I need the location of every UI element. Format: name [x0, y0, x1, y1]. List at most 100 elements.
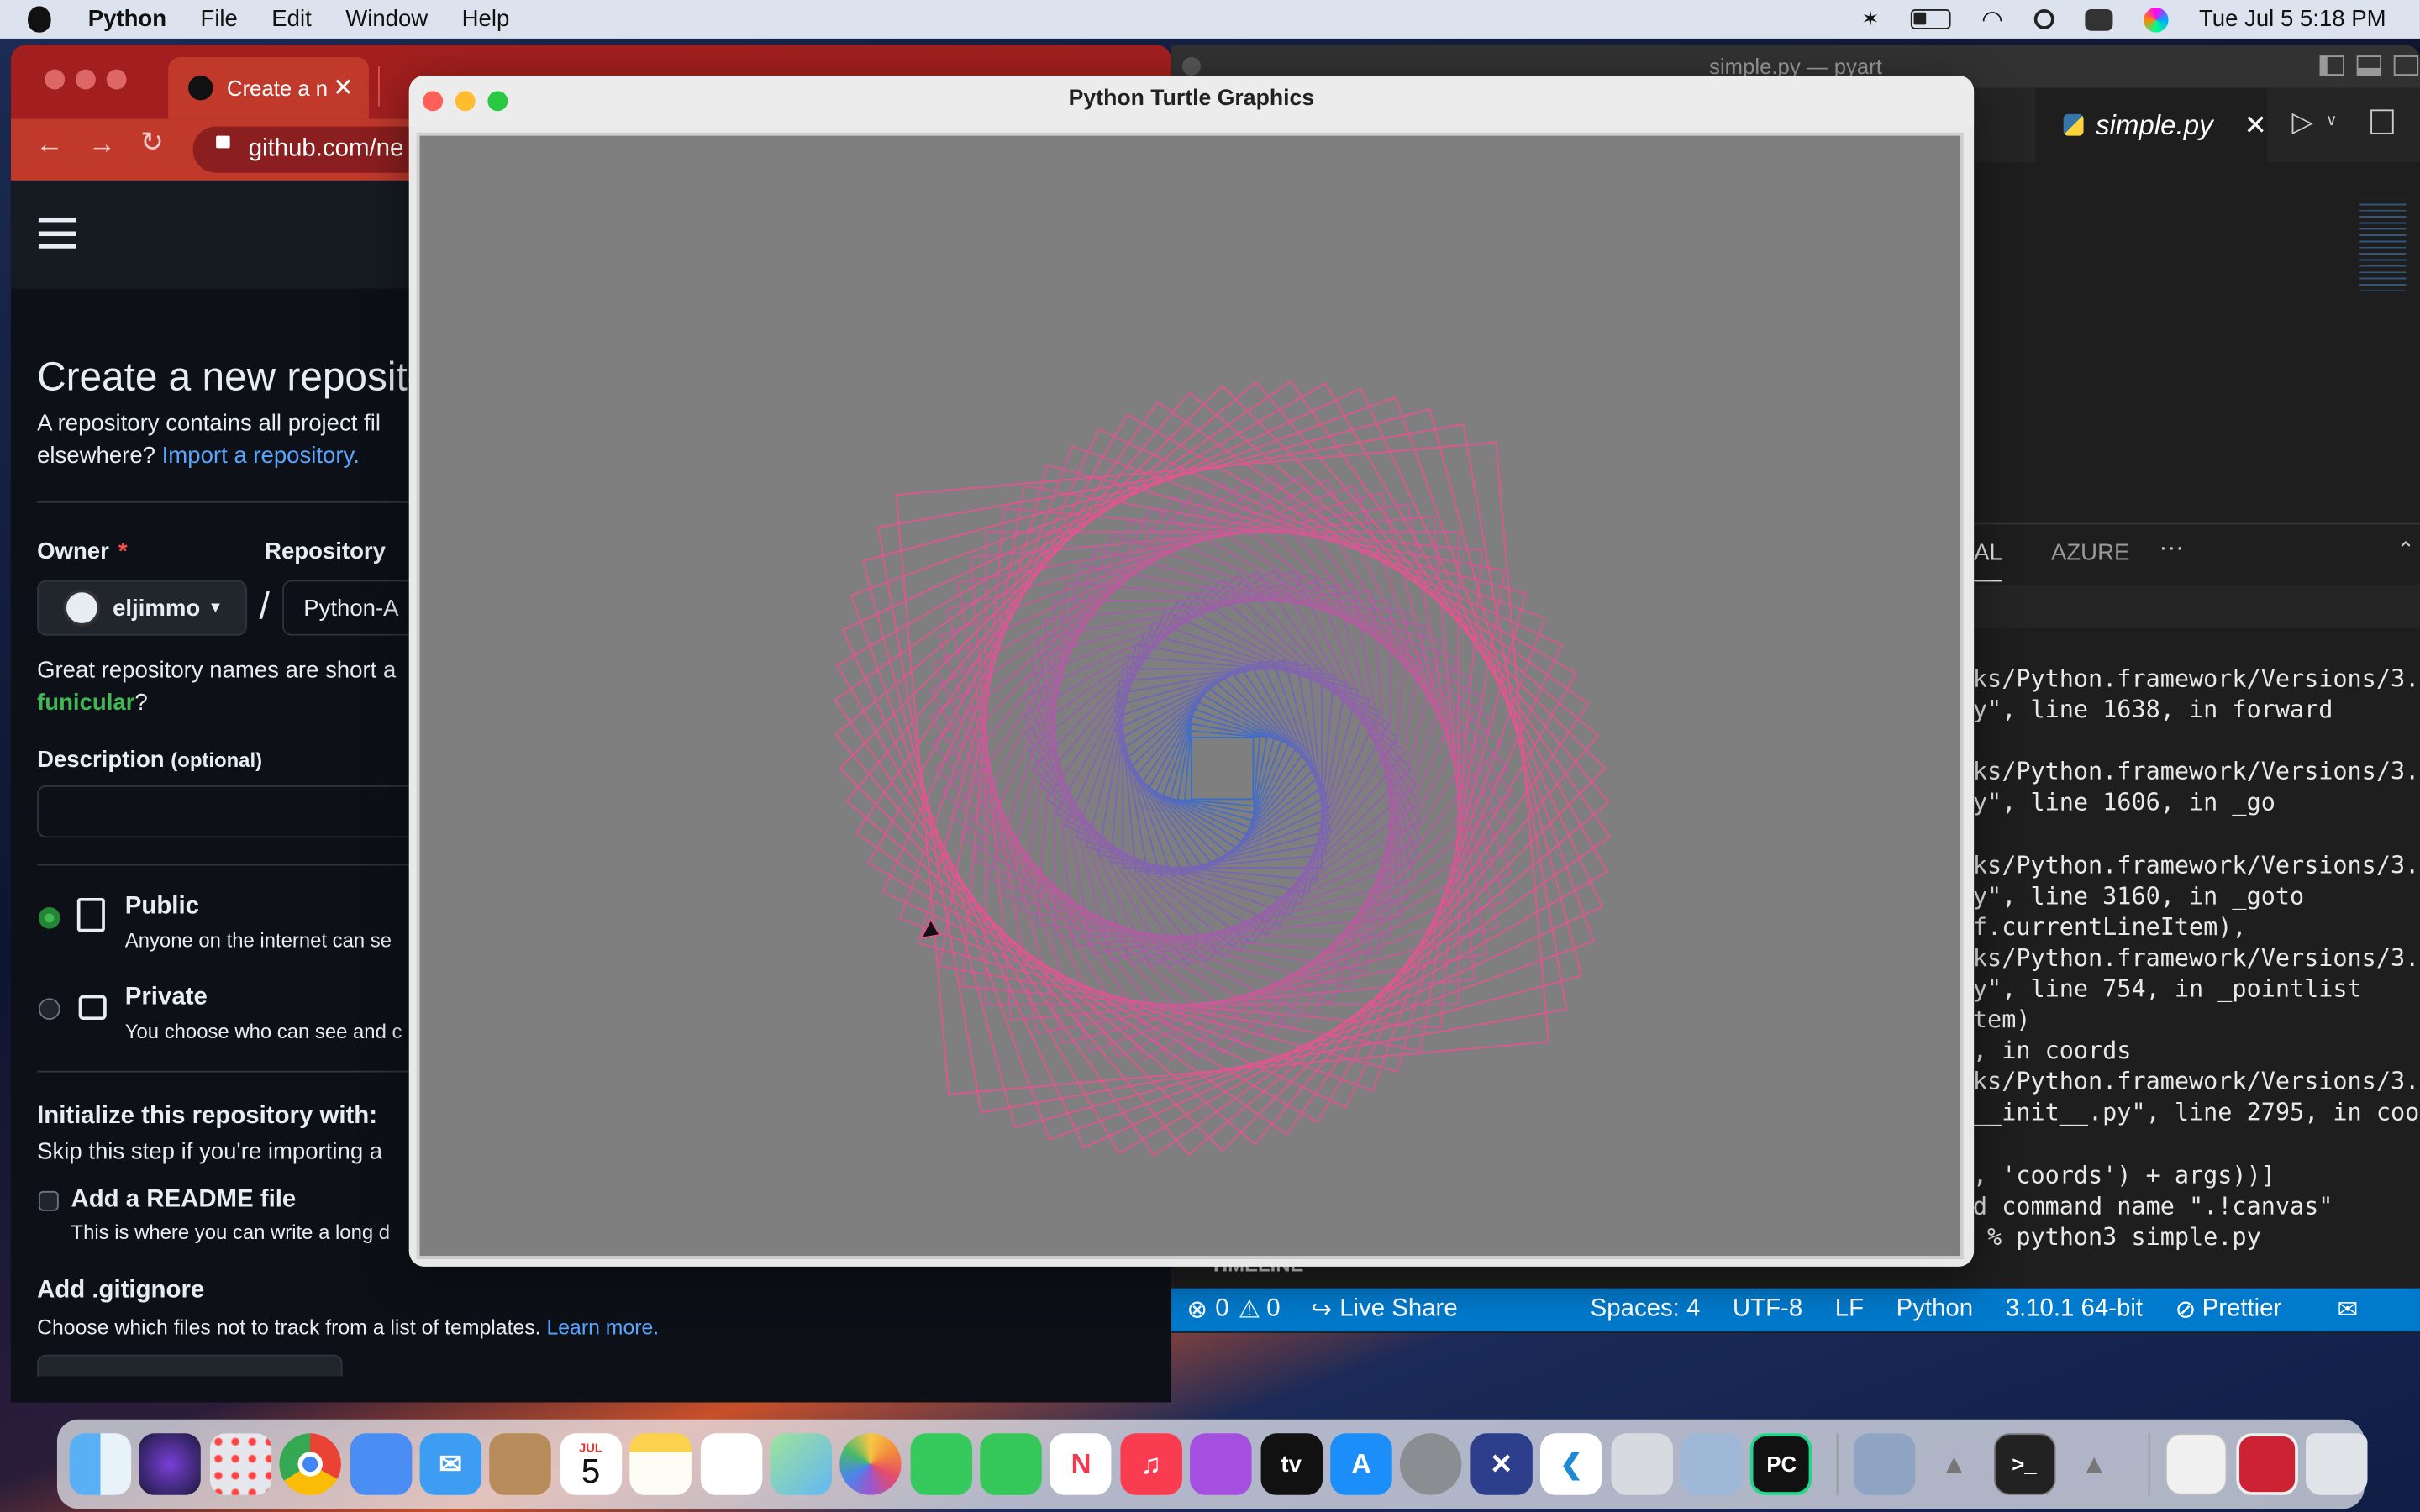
reminders-icon[interactable]	[699, 1433, 762, 1495]
live-share-button[interactable]: Live Share	[1339, 1296, 1458, 1324]
virtualbox-icon[interactable]	[1681, 1433, 1743, 1495]
back-icon[interactable]: ←	[35, 128, 63, 160]
podcasts-icon[interactable]	[1190, 1433, 1253, 1495]
owner-select[interactable]: eljimmo ▼	[37, 580, 247, 636]
finder-icon[interactable]	[69, 1433, 132, 1495]
gitignore-select[interactable]	[37, 1354, 343, 1377]
pycharm-icon[interactable]: PC	[1750, 1433, 1812, 1495]
clock[interactable]: Tue Jul 5 5:18 PM	[2199, 6, 2386, 32]
photos-icon[interactable]	[839, 1433, 902, 1495]
problems-warning-icon[interactable]: ⚠	[1239, 1294, 1260, 1326]
encoding[interactable]: UTF-8	[1733, 1296, 1802, 1324]
turtle-zoom-button[interactable]	[487, 91, 508, 112]
rocket-icon[interactable]: ▲	[1923, 1433, 1985, 1494]
minimap[interactable]	[2360, 198, 2407, 292]
chrome-icon[interactable]	[279, 1433, 342, 1495]
terminal-icon[interactable]: >_	[1993, 1433, 2055, 1495]
control-center-icon[interactable]	[2085, 8, 2113, 30]
contacts-icon[interactable]	[489, 1433, 552, 1495]
notes-icon[interactable]	[629, 1433, 692, 1495]
problems-error-icon[interactable]: ⊗	[1186, 1294, 1207, 1326]
prettier-status[interactable]: Prettier	[2202, 1296, 2282, 1324]
hamburger-menu-icon[interactable]	[38, 217, 76, 249]
feedback-icon[interactable]: ✉	[2337, 1294, 2358, 1326]
browser-tab-active[interactable]: Create a n ✕	[168, 56, 369, 119]
menu-help[interactable]: Help	[462, 6, 510, 32]
live-share-icon[interactable]: ↪	[1311, 1294, 1332, 1326]
apple-tv-icon[interactable]: tv	[1260, 1433, 1323, 1495]
toggle-sidebar-icon[interactable]	[2319, 55, 2344, 76]
image-capture-icon[interactable]	[1853, 1433, 1915, 1495]
run-python-file-icon[interactable]: ▷	[2291, 107, 2312, 139]
app-menu[interactable]: Python	[88, 6, 166, 32]
panel-tab-terminal[interactable]: AL	[1974, 540, 2002, 582]
end-of-line[interactable]: LF	[1835, 1296, 1864, 1324]
music-icon[interactable]: ♫	[1120, 1433, 1182, 1495]
app-store-icon[interactable]: A	[1330, 1433, 1392, 1495]
vscode-close-button[interactable]	[1181, 56, 1201, 76]
news-icon[interactable]: N	[1050, 1433, 1113, 1495]
run-dropdown-icon[interactable]: ∨	[2326, 113, 2337, 129]
documents-stack-icon[interactable]	[2165, 1433, 2228, 1495]
public-label[interactable]: Public	[125, 893, 199, 921]
launchpad-icon[interactable]	[209, 1433, 271, 1495]
close-tab-icon[interactable]: ✕	[2244, 108, 2267, 141]
gallery-stack-icon[interactable]	[2235, 1433, 2298, 1495]
panel-more-icon[interactable]: ···	[2160, 535, 2184, 563]
name-suggestion-link[interactable]: funicular	[37, 690, 134, 716]
reload-icon[interactable]: ↻	[140, 127, 164, 160]
close-window-button[interactable]	[45, 69, 66, 90]
menu-file[interactable]: File	[200, 6, 237, 32]
editor-area[interactable]	[1974, 162, 2344, 548]
apple-menu-icon[interactable]	[28, 6, 51, 33]
readme-checkbox[interactable]	[38, 1190, 59, 1211]
close-tab-icon[interactable]: ✕	[333, 72, 354, 103]
wifi-icon[interactable]: ◠	[1981, 4, 2003, 35]
terminal-output[interactable]: rks/Python.framework/Versions/3. py", lin…	[1959, 664, 2420, 1265]
panel-tab-azure[interactable]: AZURE	[2051, 540, 2129, 566]
readme-label[interactable]: Add a README file	[71, 1186, 296, 1214]
calendar-icon[interactable]: JUL 5	[560, 1433, 622, 1495]
maximize-panel-icon[interactable]: ⌃	[2396, 537, 2415, 563]
siri-icon[interactable]	[139, 1433, 202, 1495]
xcode-tool-icon[interactable]: ✕	[1470, 1433, 1533, 1495]
address-bar[interactable]: github.com/ne	[192, 126, 409, 173]
siri-icon[interactable]	[2143, 7, 2169, 32]
spotlight-search-icon[interactable]	[2033, 9, 2054, 29]
mail-icon[interactable]: ✉	[419, 1433, 481, 1495]
forward-icon[interactable]: →	[88, 128, 116, 160]
private-label[interactable]: Private	[125, 984, 208, 1012]
python-interpreter[interactable]: 3.10.1 64-bit	[2006, 1296, 2143, 1324]
zoom-window-button[interactable]	[106, 69, 127, 90]
indentation[interactable]: Spaces: 4	[1591, 1296, 1701, 1324]
learn-more-link[interactable]: Learn more.	[546, 1316, 659, 1340]
system-preferences-icon[interactable]	[1400, 1433, 1463, 1495]
turtle-close-button[interactable]	[423, 91, 444, 112]
language-mode[interactable]: Python	[1897, 1296, 1973, 1324]
description-input[interactable]	[37, 785, 424, 838]
minimize-window-button[interactable]	[75, 69, 96, 90]
trash-icon[interactable]	[2306, 1433, 2368, 1495]
battery-icon[interactable]	[1910, 9, 1951, 29]
preview-icon[interactable]	[1610, 1433, 1673, 1495]
private-radio[interactable]	[38, 998, 60, 1021]
warning-count[interactable]: 0	[1266, 1296, 1280, 1324]
prettier-check-icon[interactable]: ⊘	[2175, 1294, 2196, 1326]
maps-icon[interactable]	[770, 1433, 832, 1495]
error-count[interactable]: 0	[1215, 1296, 1228, 1324]
turtle-minimize-button[interactable]	[455, 91, 476, 112]
rocket-2-icon[interactable]: ▲	[2064, 1433, 2125, 1494]
toggle-panel-icon[interactable]	[2356, 55, 2382, 76]
vscode-icon[interactable]: ❮	[1540, 1433, 1602, 1495]
messages-icon[interactable]	[910, 1433, 972, 1495]
public-radio[interactable]	[38, 906, 60, 929]
split-editor-icon[interactable]	[2370, 109, 2394, 134]
safari-icon[interactable]	[350, 1433, 412, 1495]
menu-edit[interactable]: Edit	[271, 6, 311, 32]
menu-window[interactable]: Window	[345, 6, 428, 32]
bluetooth-icon[interactable]: ✶	[1861, 6, 1880, 32]
turtle-canvas[interactable]	[416, 132, 1964, 1259]
import-repository-link[interactable]: Import a repository.	[162, 443, 360, 469]
facetime-icon[interactable]	[980, 1433, 1042, 1495]
tab-simple-py[interactable]: simple.py ✕	[2035, 87, 2268, 162]
